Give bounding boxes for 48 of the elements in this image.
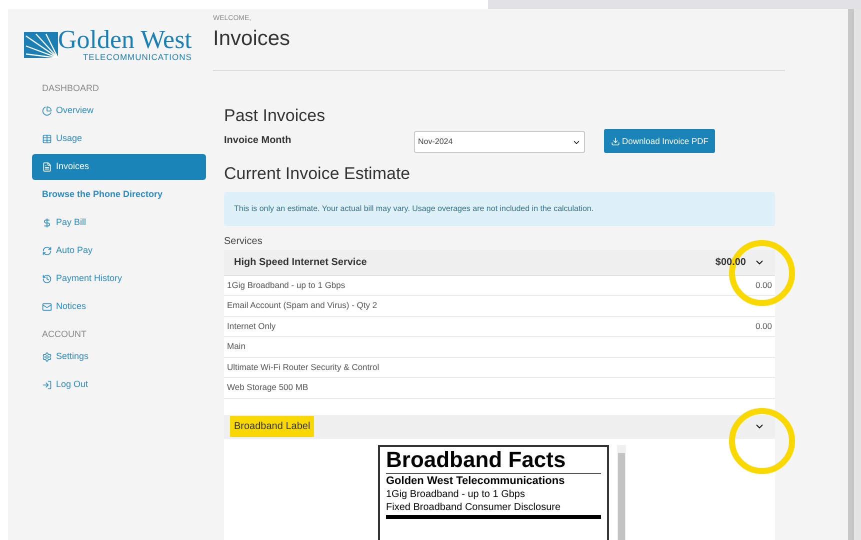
section-title: Past Invoices (224, 104, 326, 126)
history-icon (42, 274, 52, 284)
nav-item[interactable]: Invoices (32, 154, 206, 180)
services-label: Services (224, 234, 264, 248)
refresh-icon (42, 246, 52, 256)
item-amount: 0.00 (755, 320, 772, 333)
info-alert: This is only an estimate. Your actual bill may vary. Usage overages are not included in the calculation. (224, 192, 775, 226)
nav-item[interactable]: Log Out (32, 372, 206, 398)
nav-item[interactable]: Browse the Phone Directory (32, 182, 206, 208)
service-item: Internet Only (227, 320, 276, 333)
nav-item[interactable]: Settings (32, 344, 206, 370)
scrollbar[interactable] (617, 444, 626, 540)
item-amount: 0.00 (755, 278, 772, 292)
service-item: Email Account (Spam and Virus) - Qty 2 (227, 299, 378, 312)
section-title: Current Invoice Estimate (224, 163, 412, 185)
download-button[interactable]: Download Invoice PDF (604, 129, 716, 153)
field-label: Invoice Month (224, 134, 292, 148)
sunburst-icon (24, 32, 58, 58)
page-title: Invoices (213, 26, 292, 52)
nav-item[interactable]: Auto Pay (32, 238, 206, 264)
facts-disclosure: Fixed Broadband Consumer Disclosure (386, 500, 562, 514)
pie-chart-icon (42, 106, 52, 116)
settings-icon (42, 352, 52, 362)
nav-item[interactable]: Usage (32, 126, 206, 152)
service-item: 1Gig Broadband - up to 1 Gbps (227, 278, 346, 292)
panel-title[interactable]: Broadband Label (230, 416, 314, 437)
table-icon (42, 134, 52, 144)
nav-item[interactable]: Pay Bill (32, 210, 206, 236)
service-item: Web Storage 500 MB (227, 381, 308, 394)
service-item: Main (227, 340, 246, 354)
logo-wordmark: Golden West (58, 27, 192, 54)
facts-title: Broadband Facts (386, 446, 601, 474)
nav-item[interactable]: Notices (32, 294, 206, 320)
document-icon (42, 162, 52, 172)
nav-item[interactable]: Payment History (32, 266, 206, 292)
month-select[interactable]: Nov-2024 (414, 131, 585, 153)
section-heading: ACCOUNT (41, 328, 88, 341)
facts-plan: 1Gig Broadband - up to 1 Gbps (386, 488, 526, 500)
scrollbar[interactable] (848, 9, 854, 540)
facts-company: Golden West Telecommunications (386, 474, 566, 488)
dollar-icon (42, 218, 52, 228)
service-item: Ultimate Wi-Fi Router Security & Control (227, 360, 380, 374)
logo-tagline: TELECOMMUNICATIONS (82, 53, 192, 62)
download-icon (611, 136, 620, 146)
logout-icon (42, 380, 52, 390)
section-heading: DASHBOARD (41, 82, 100, 95)
mail-icon (42, 302, 52, 312)
nav-item[interactable]: Overview (32, 98, 206, 124)
